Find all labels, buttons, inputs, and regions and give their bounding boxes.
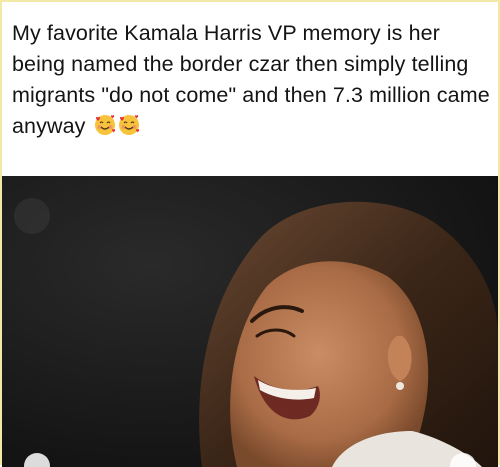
post-text: My favorite Kamala Harris VP memory is h… (12, 21, 490, 138)
photo-illustration (2, 176, 498, 467)
smiling-face-with-hearts-icon (94, 114, 116, 136)
post-card: My favorite Kamala Harris VP memory is h… (0, 0, 500, 467)
post-text-block: My favorite Kamala Harris VP memory is h… (12, 18, 492, 142)
smiling-face-with-hearts-icon (118, 114, 140, 136)
post-photo[interactable] (2, 176, 498, 467)
